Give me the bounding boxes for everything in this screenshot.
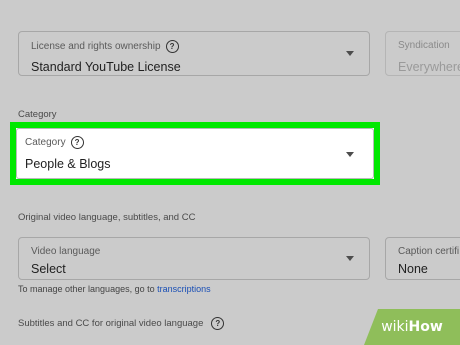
category-highlight: Category ? People & Blogs xyxy=(10,122,380,185)
syndication-dropdown[interactable]: Syndication Everywhere xyxy=(385,31,460,76)
caption-certification-dropdown[interactable]: Caption certifi None xyxy=(385,237,460,280)
watermark-wiki: wiki xyxy=(381,319,409,335)
subtitles-heading-text: Subtitles and CC for original video lang… xyxy=(18,318,204,329)
subtitles-heading: Subtitles and CC for original video lang… xyxy=(18,317,225,330)
help-icon[interactable]: ? xyxy=(70,136,84,149)
transcriptions-link[interactable]: transcriptions xyxy=(157,284,211,294)
video-language-label: Video language xyxy=(31,246,101,257)
dropdown-caret-icon xyxy=(346,51,354,56)
license-label: License and rights ownership xyxy=(31,41,161,52)
language-heading: Original video language, subtitles, and … xyxy=(18,212,196,223)
helper-text: To manage other languages, go to xyxy=(18,284,155,294)
caption-label: Caption certifi xyxy=(398,246,460,257)
caption-value: None xyxy=(398,262,428,276)
dropdown-caret-icon xyxy=(346,256,354,261)
syndication-label: Syndication xyxy=(398,40,450,51)
watermark-how: How xyxy=(408,319,443,335)
category-heading: Category xyxy=(18,109,57,120)
wikihow-watermark: wiki How xyxy=(364,309,460,345)
dropdown-caret-icon xyxy=(346,152,354,157)
license-value: Standard YouTube License xyxy=(31,60,181,74)
category-dropdown[interactable]: Category ? People & Blogs xyxy=(16,128,374,179)
video-language-value: Select xyxy=(31,262,66,276)
transcriptions-helper: To manage other languages, go to transcr… xyxy=(18,284,211,294)
syndication-value: Everywhere xyxy=(398,60,460,74)
license-dropdown[interactable]: License and rights ownership ? Standard … xyxy=(18,31,370,76)
video-language-dropdown[interactable]: Video language Select xyxy=(18,237,370,280)
category-label: Category xyxy=(25,137,66,148)
help-icon[interactable]: ? xyxy=(165,40,179,53)
category-value: People & Blogs xyxy=(25,157,111,171)
help-icon[interactable]: ? xyxy=(211,317,225,330)
